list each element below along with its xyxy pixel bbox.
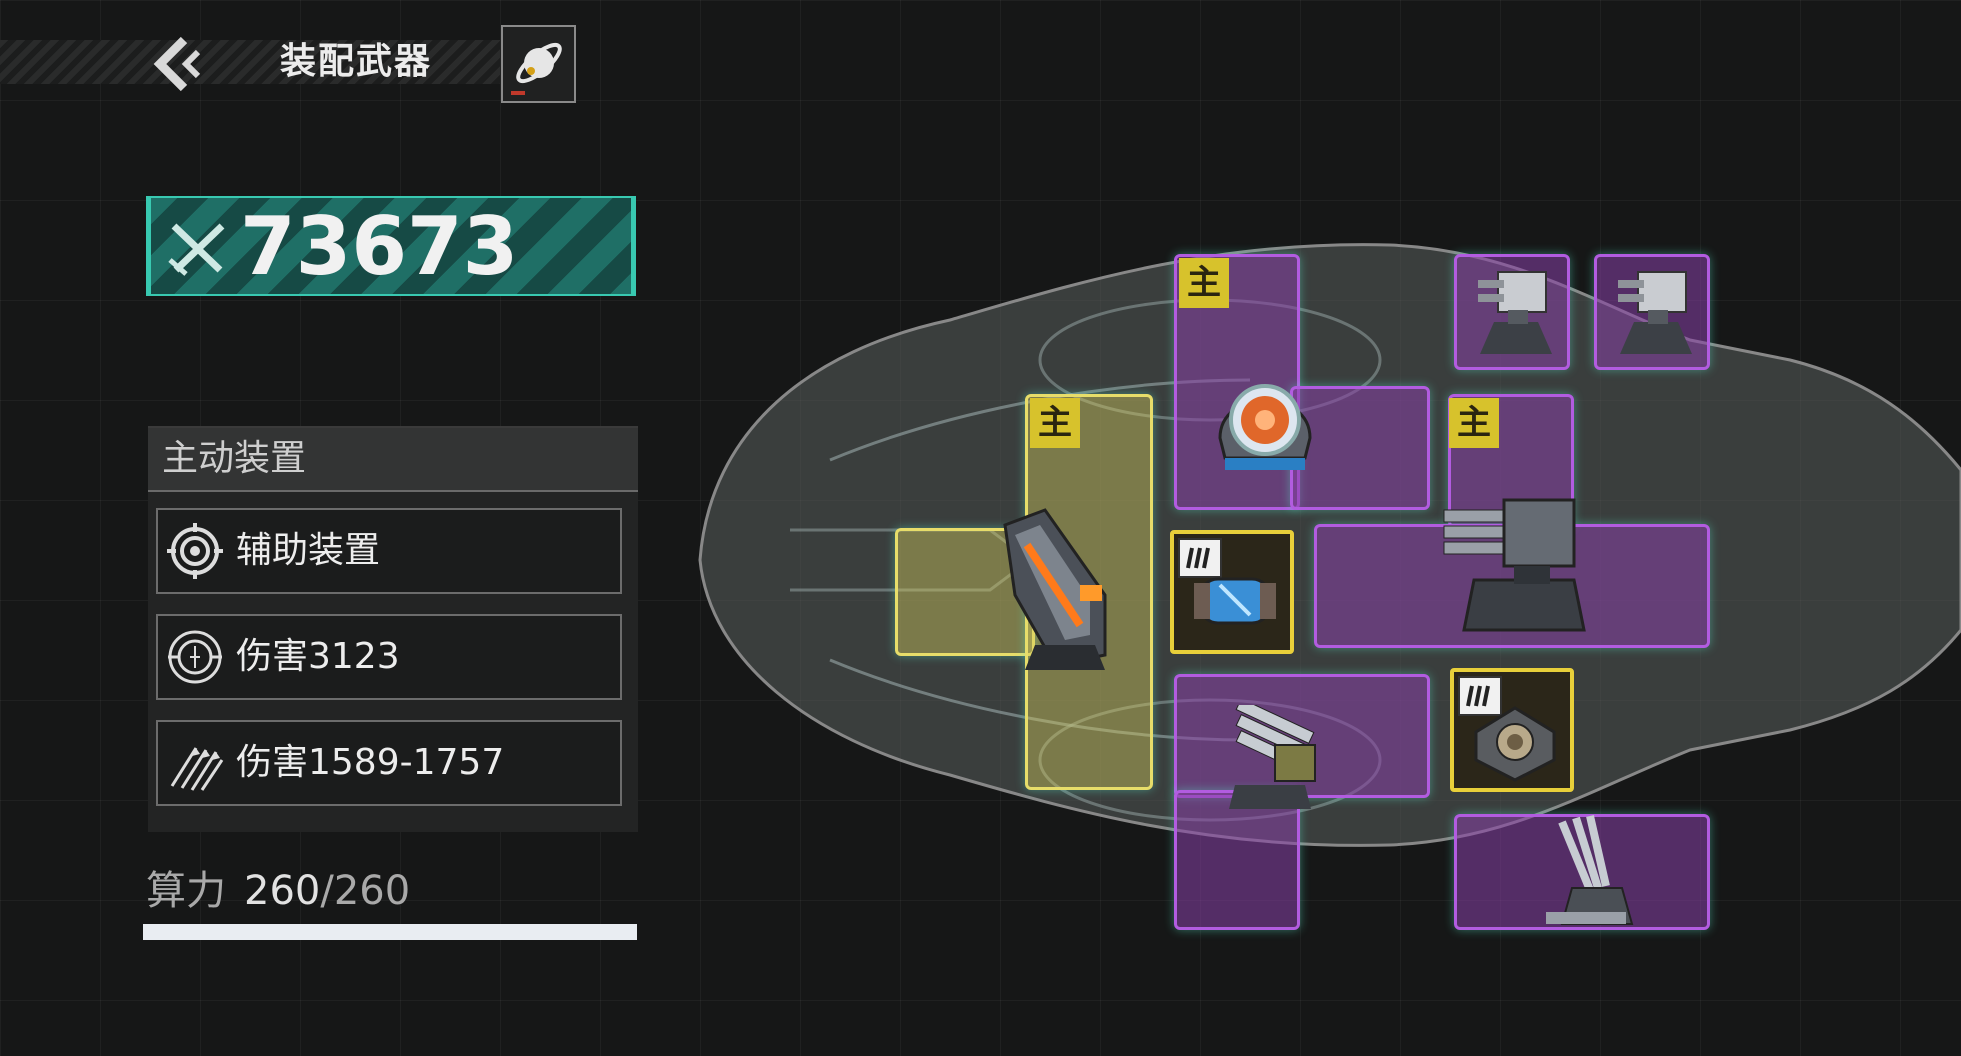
twin-turret-icon: [1478, 271, 1552, 354]
planet-icon: [511, 42, 562, 95]
device-item-damage-single[interactable]: 伤害3123: [156, 614, 622, 700]
compute-readout: 算力 260/260: [146, 858, 410, 916]
missile-volley-icon: [170, 747, 224, 791]
plasma-core-icon: [1218, 384, 1312, 470]
device-item-damage-range[interactable]: 伤害1589-1757: [156, 720, 622, 806]
planet-button[interactable]: [501, 25, 576, 103]
device-label: 伤害3123: [236, 636, 400, 677]
crossed-swords-icon: [168, 223, 225, 276]
active-device-panel: 主动装置 辅助装置 伤害3123 伤害1589-1757: [148, 426, 638, 832]
compute-label: 算力: [146, 868, 226, 914]
main-weapon-badge: 主: [1179, 258, 1229, 308]
device-item-assist[interactable]: 辅助装置: [156, 508, 622, 594]
device-label: 伤害1589-1757: [236, 742, 505, 783]
compute-progress-fill: [143, 924, 637, 940]
laser-cannon-icon: [1003, 508, 1107, 670]
main-weapon-badge: 主: [1449, 398, 1499, 448]
combat-power-panel: 73673: [146, 196, 636, 296]
crosshair-icon: [168, 630, 222, 684]
missile-pod-icon: [1229, 705, 1316, 809]
compute-progress-bar: [143, 924, 637, 940]
back-button[interactable]: [148, 34, 208, 94]
heavy-gatling-icon: [1443, 498, 1586, 632]
device-label: 辅助装置: [236, 530, 381, 571]
twin-turret-icon: [1618, 271, 1692, 354]
compute-separator: /: [320, 868, 334, 914]
energy-capsule-icon: [1194, 577, 1276, 625]
compute-max: 260: [333, 868, 411, 914]
main-weapon-badge: 主: [1030, 398, 1080, 448]
active-device-header: 主动装置: [148, 428, 638, 492]
combat-power-value: 73673: [240, 200, 519, 293]
target-icon: [167, 523, 223, 579]
back-arrow-icon: [153, 36, 201, 92]
compute-current: 260: [244, 868, 321, 914]
rocket-launcher-icon: [1546, 815, 1634, 925]
page-title: 装配武器: [280, 41, 433, 82]
armor-plate-icon: [1474, 706, 1556, 782]
